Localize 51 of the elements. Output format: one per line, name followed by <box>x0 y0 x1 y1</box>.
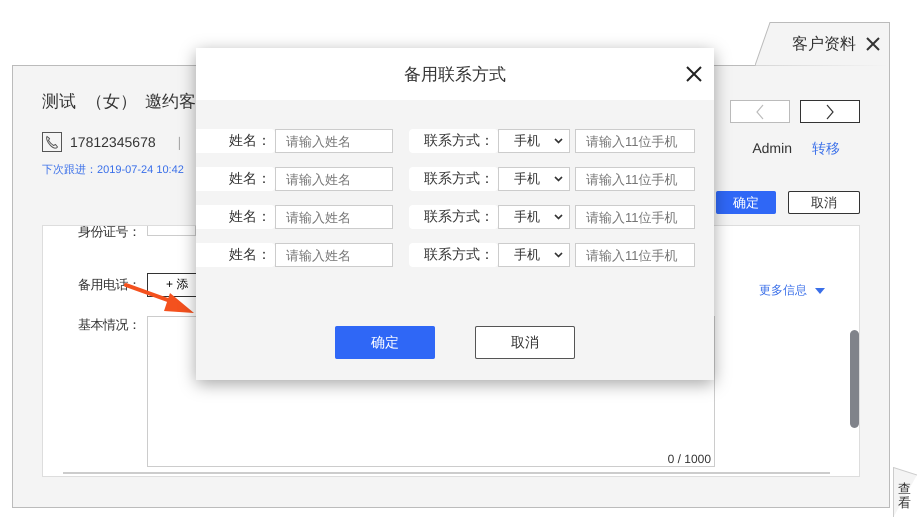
customer-name: 测试 <box>42 90 76 112</box>
phone-icon <box>42 132 62 152</box>
add-button[interactable]: + 添 <box>147 272 196 296</box>
name-field[interactable]: 请输入姓名 <box>275 243 393 267</box>
view-tab[interactable]: 查看 <box>893 467 917 517</box>
name-label: 姓名： <box>196 205 275 229</box>
name-field[interactable]: 请输入姓名 <box>275 129 393 153</box>
contact-method-label: 联系方式： <box>409 243 498 267</box>
phone-field[interactable]: 请输入11位手机 <box>575 205 695 229</box>
confirm-button[interactable]: 确定 <box>335 326 435 359</box>
basic-info-label: 基本情况： <box>78 316 142 334</box>
contact-method-label: 联系方式： <box>409 129 498 153</box>
separator: | <box>178 134 182 150</box>
contact-method-label: 联系方式： <box>409 167 498 191</box>
phone-field[interactable]: 请输入11位手机 <box>575 167 695 191</box>
name-label: 姓名： <box>196 129 275 153</box>
contact-type-select[interactable]: 手机 <box>498 167 570 191</box>
phone-field[interactable]: 请输入11位手机 <box>575 129 695 153</box>
confirm-button[interactable]: 确定 <box>716 191 776 214</box>
chevron-down-icon <box>554 252 563 258</box>
name-label: 姓名： <box>196 167 275 191</box>
name-label: 姓名： <box>196 243 275 267</box>
name-field[interactable]: 请输入姓名 <box>275 167 393 191</box>
more-info-link[interactable]: 更多信息 <box>759 282 825 299</box>
contact-type-select[interactable]: 手机 <box>498 243 570 267</box>
chevron-down-icon <box>554 138 563 144</box>
owner-name: Admin <box>752 140 792 158</box>
close-icon[interactable] <box>686 66 702 82</box>
next-button[interactable] <box>800 100 860 123</box>
contact-type-select[interactable]: 手机 <box>498 129 570 153</box>
scrollbar[interactable] <box>850 330 859 428</box>
chevron-down-icon <box>554 176 563 182</box>
phone-number: 17812345678 <box>70 134 156 150</box>
dialog-title: 备用联系方式 <box>404 64 506 86</box>
chevron-right-icon <box>825 104 835 120</box>
customer-status: 邀约客 <box>145 90 196 112</box>
caret-icon <box>815 288 825 294</box>
contact-method-label: 联系方式： <box>409 205 498 229</box>
name-field[interactable]: 请输入姓名 <box>275 205 393 229</box>
transfer-link[interactable]: 转移 <box>812 140 840 158</box>
chevron-left-icon <box>755 104 765 120</box>
customer-gender: （女） <box>86 90 137 112</box>
next-follow-up: 下次跟进：2019-07-24 10:42 <box>42 163 184 177</box>
customer-info-tab[interactable]: 客户资料 <box>755 22 890 66</box>
phone-field[interactable]: 请输入11位手机 <box>575 243 695 267</box>
close-icon[interactable] <box>866 37 880 51</box>
chevron-down-icon <box>554 214 563 220</box>
cancel-button[interactable]: 取消 <box>475 326 575 359</box>
cancel-button[interactable]: 取消 <box>788 191 860 214</box>
contact-type-select[interactable]: 手机 <box>498 205 570 229</box>
character-count: 0 / 1000 <box>668 452 711 466</box>
